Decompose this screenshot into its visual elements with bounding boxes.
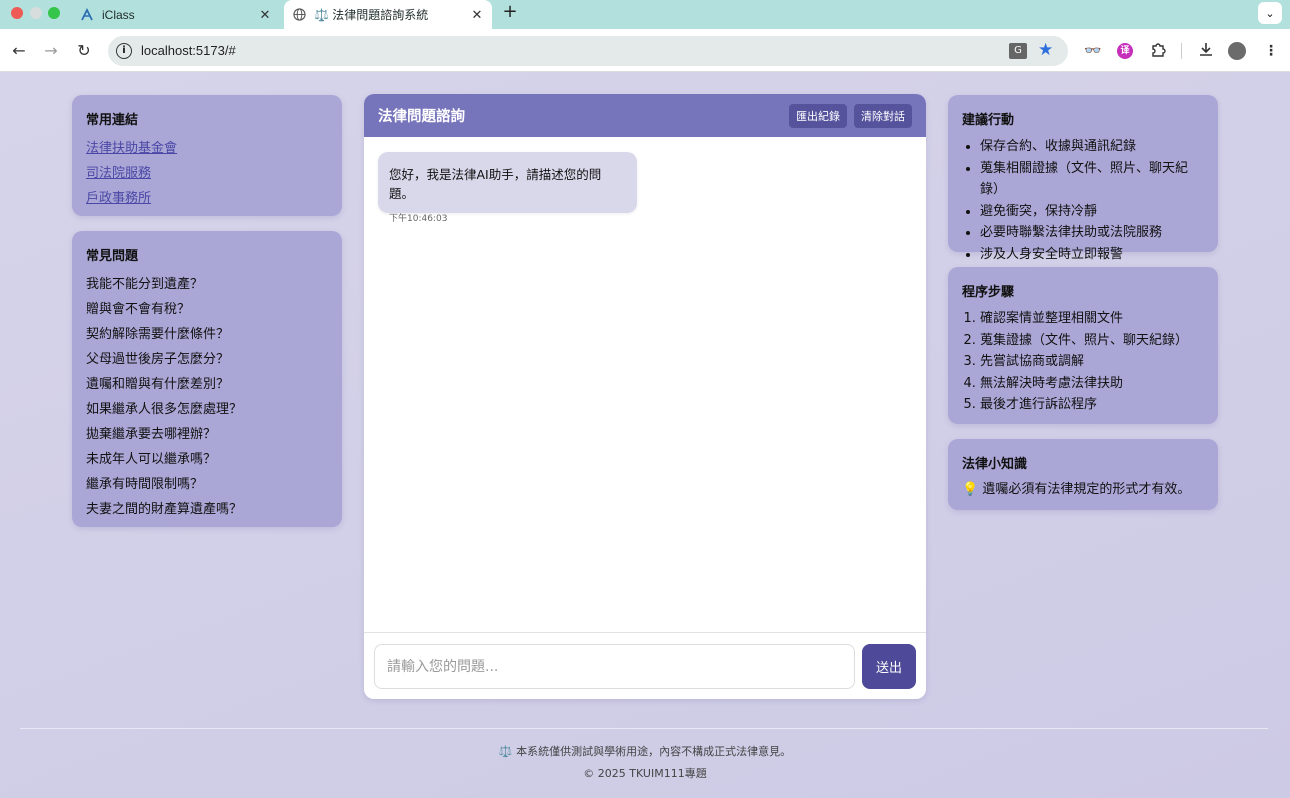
faq-item[interactable]: 夫妻之間的財產算遺產嗎？ (86, 497, 328, 522)
copyright-text: © 2025 TKUIM111專題 (583, 767, 707, 780)
close-tab-icon[interactable]: ✕ (468, 7, 486, 23)
maximize-window-button[interactable] (48, 7, 60, 19)
tab-title: ⚖️ 法律問題諮詢系統 (314, 8, 429, 22)
app-area: 常用連結 法律扶助基金會 司法院服務 戶政事務所 常見問題 我能不能分到遺產？ … (0, 72, 1290, 798)
iclass-logo-icon (80, 7, 94, 22)
export-log-button[interactable]: 匯出紀錄 (789, 103, 847, 128)
new-tab-icon[interactable]: + (500, 3, 520, 23)
suggested-actions-title: 建議行動 (962, 113, 1015, 128)
faq-item[interactable]: 贈與會不會有稅？ (86, 297, 328, 322)
browser-tab-bar: iClass ✕ ⚖️ 法律問題諮詢系統 ✕ + ⌄ (0, 0, 1290, 29)
action-item: 保存合約、收據與通訊紀錄 (980, 136, 1204, 158)
faq-item[interactable]: 未成年人可以繼承嗎？ (86, 447, 328, 472)
step-item: 無法解決時考慮法律扶助 (980, 373, 1204, 395)
legal-tip-card: 法律小知識 💡 遺囑必須有法律規定的形式才有效。 (948, 439, 1218, 510)
address-bar[interactable]: i localhost:5173/# G ★ (108, 36, 1068, 66)
browser-toolbar: ← → ↻ i localhost:5173/# G ★ 👓 译 ⋮ (0, 29, 1290, 72)
link-judicial-yuan[interactable]: 司法院服務 (86, 161, 328, 186)
chat-messages: 您好，我是法律AI助手，請描述您的問題。 下午10:46:03 (364, 137, 926, 632)
faq-item[interactable]: 如果繼承人很多怎麼處理？ (86, 397, 328, 422)
profile-avatar-icon[interactable] (1228, 42, 1248, 62)
chat-input-bar: 送出 (364, 632, 926, 699)
extension-badge-icon[interactable]: 译 (1117, 43, 1133, 59)
step-item: 最後才進行訴訟程序 (980, 394, 1204, 416)
procedure-steps-card: 程序步驟 確認案情並整理相關文件 蒐集證據（文件、照片、聊天紀錄） 先嘗試協商或… (948, 267, 1218, 424)
tab-title: iClass (102, 7, 135, 22)
back-icon[interactable]: ← (8, 40, 30, 62)
url-text: localhost:5173/# (141, 43, 236, 58)
site-info-icon[interactable]: i (116, 43, 132, 59)
legal-tip-text: 💡 遺囑必須有法律規定的形式才有效。 (962, 482, 1191, 497)
faq-item[interactable]: 拋棄繼承要去哪裡辦？ (86, 422, 328, 447)
step-item: 先嘗試協商或調解 (980, 351, 1204, 373)
disclaimer-text: ⚖️ 本系統僅供測試與學術用途，內容不構成正式法律意見。 (498, 745, 792, 758)
chat-title: 法律問題諮詢 (378, 109, 465, 125)
link-legal-aid-foundation[interactable]: 法律扶助基金會 (86, 136, 328, 161)
question-input[interactable] (374, 644, 855, 689)
footer-divider (20, 728, 1268, 729)
forward-icon[interactable]: → (40, 40, 62, 62)
procedure-steps-title: 程序步驟 (962, 285, 1015, 300)
faq-item[interactable]: 我能不能分到遺產？ (86, 272, 328, 297)
faq-item[interactable]: 契約解除需要什麼條件？ (86, 322, 328, 347)
send-button[interactable]: 送出 (862, 644, 916, 689)
message-timestamp: 下午10:46:03 (389, 214, 448, 224)
faq-item[interactable]: 遺囑和贈與有什麼差別？ (86, 372, 328, 397)
reload-icon[interactable]: ↻ (73, 40, 95, 62)
clear-chat-button[interactable]: 清除對話 (854, 103, 912, 128)
chat-panel: 法律問題諮詢 匯出紀錄 清除對話 您好，我是法律AI助手，請描述您的問題。 下午… (364, 94, 926, 699)
tab-search-chevron-icon[interactable]: ⌄ (1258, 2, 1282, 24)
browser-menu-icon[interactable]: ⋮ (1261, 41, 1281, 61)
step-item: 蒐集證據（文件、照片、聊天紀錄） (980, 330, 1204, 352)
toolbar-divider (1181, 43, 1182, 59)
faq-item[interactable]: 繼承有時間限制嗎？ (86, 472, 328, 497)
faq-card: 常見問題 我能不能分到遺產？ 贈與會不會有稅？ 契約解除需要什麼條件？ 父母過世… (72, 231, 342, 527)
faq-title: 常見問題 (86, 249, 139, 264)
translate-icon[interactable]: G (1009, 43, 1027, 59)
legal-tip-title: 法律小知識 (962, 457, 1028, 472)
minimize-window-button[interactable] (30, 7, 42, 19)
step-item: 確認案情並整理相關文件 (980, 308, 1204, 330)
chat-header: 法律問題諮詢 匯出紀錄 清除對話 (364, 94, 926, 137)
action-item: 涉及人身安全時立即報警 (980, 244, 1204, 266)
tab-legal-consult[interactable]: ⚖️ 法律問題諮詢系統 ✕ (284, 0, 492, 29)
link-household-registration[interactable]: 戶政事務所 (86, 186, 328, 211)
close-window-button[interactable] (11, 7, 23, 19)
bookmark-star-icon[interactable]: ★ (1038, 40, 1053, 60)
common-links-card: 常用連結 法律扶助基金會 司法院服務 戶政事務所 (72, 95, 342, 216)
faq-item[interactable]: 父母過世後房子怎麼分？ (86, 347, 328, 372)
message-text: 您好，我是法律AI助手，請描述您的問題。 (389, 167, 602, 201)
suggested-actions-card: 建議行動 保存合約、收據與通訊紀錄 蒐集相關證據（文件、照片、聊天紀錄） 避免衝… (948, 95, 1218, 262)
download-icon[interactable] (1196, 41, 1216, 61)
action-item: 必要時聯繫法律扶助或法院服務 (980, 222, 1204, 244)
globe-icon (292, 8, 306, 22)
action-item: 避免衝突，保持冷靜 (980, 201, 1204, 223)
close-tab-icon[interactable]: ✕ (256, 7, 274, 23)
action-item: 蒐集相關證據（文件、照片、聊天紀錄） (980, 158, 1204, 201)
extension-eye-icon[interactable]: 👓 (1083, 41, 1103, 61)
extensions-puzzle-icon[interactable] (1148, 41, 1168, 61)
assistant-message: 您好，我是法律AI助手，請描述您的問題。 下午10:46:03 (378, 152, 637, 224)
tab-iclass[interactable]: iClass ✕ (72, 0, 280, 29)
common-links-title: 常用連結 (86, 113, 139, 128)
